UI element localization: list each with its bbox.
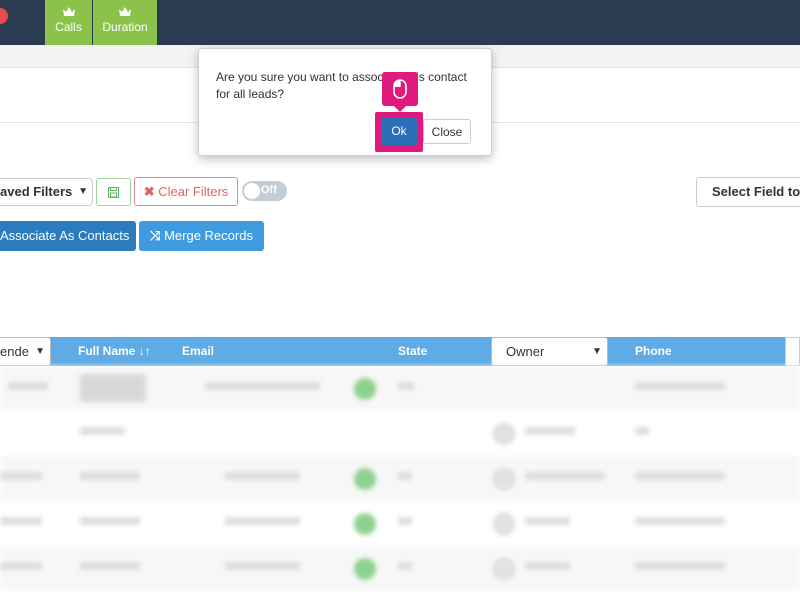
table-row[interactable]	[0, 456, 800, 501]
blurred-cell	[635, 517, 725, 525]
avatar	[493, 468, 515, 490]
window-close-dot[interactable]	[0, 8, 8, 24]
tab-label: Calls	[55, 20, 82, 34]
blurred-cell	[0, 517, 42, 525]
owner-select[interactable]: Owner ▼	[491, 337, 608, 366]
blurred-cell	[80, 427, 125, 435]
close-button[interactable]: Close	[423, 119, 471, 144]
blurred-cell	[80, 517, 140, 525]
blurred-cell	[398, 472, 412, 480]
blurred-cell	[398, 382, 414, 390]
blurred-cell	[0, 472, 42, 480]
blurred-cell	[225, 562, 300, 570]
table-header: Full Name ↓↑ Email State Phone	[0, 337, 785, 366]
select-field-label: Select Field to	[712, 184, 800, 199]
save-icon	[108, 187, 119, 199]
blurred-cell	[635, 382, 725, 390]
blurred-cell	[225, 517, 300, 525]
blurred-cell	[80, 562, 140, 570]
filter-toggle[interactable]: Off	[242, 181, 287, 201]
table-row[interactable]	[0, 546, 800, 591]
status-dot	[354, 513, 376, 535]
owner-select-value: Owner	[506, 344, 545, 359]
top-navbar: Calls Duration	[0, 0, 800, 45]
blurred-cell	[80, 472, 140, 480]
chevron-down-icon: ▼	[78, 186, 88, 197]
blurred-cell	[398, 517, 412, 525]
associate-as-contacts-button[interactable]: Associate As Contacts	[0, 221, 136, 251]
saved-filters-label: aved Filters	[0, 184, 73, 199]
col-email[interactable]: Email	[182, 337, 214, 366]
table-body	[0, 366, 800, 600]
toggle-knob	[244, 183, 260, 199]
confirm-dialog: Are you sure you want to associate this …	[198, 48, 492, 156]
avatar	[493, 558, 515, 580]
x-icon: ✖	[143, 184, 155, 199]
save-filter-button[interactable]	[96, 178, 131, 206]
ok-button[interactable]: Ok	[381, 118, 417, 145]
column-filter-select-right[interactable]	[785, 337, 800, 366]
blurred-cell	[635, 472, 725, 480]
chevron-down-icon: ▼	[35, 346, 45, 357]
tab-duration[interactable]: Duration	[93, 0, 157, 45]
click-indicator	[382, 72, 418, 112]
table-row[interactable]	[0, 501, 800, 546]
column-filter-value: ende	[0, 344, 29, 359]
blurred-cell	[635, 427, 649, 435]
column-filter-select[interactable]: ende ▼	[0, 337, 51, 366]
merge-label: Merge Records	[164, 228, 253, 243]
shuffle-icon: ⤨	[150, 228, 161, 243]
blurred-cell	[80, 374, 146, 402]
clear-filters-button[interactable]: ✖ Clear Filters	[134, 177, 238, 206]
avatar	[493, 513, 515, 535]
sort-icon: ↓↑	[138, 344, 151, 358]
tab-calls[interactable]: Calls	[45, 0, 92, 45]
table-row[interactable]	[0, 411, 800, 456]
toggle-label: Off	[261, 184, 277, 196]
col-phone[interactable]: Phone	[635, 337, 672, 366]
blurred-cell	[0, 562, 42, 570]
blurred-cell	[525, 427, 575, 435]
blurred-cell	[205, 382, 320, 390]
blurred-cell	[225, 472, 300, 480]
associate-label: Associate As Contacts	[0, 228, 130, 243]
merge-records-button[interactable]: ⤨ Merge Records	[139, 221, 264, 251]
crown-icon	[119, 7, 131, 16]
crown-icon	[62, 7, 75, 16]
dialog-message: Are you sure you want to associate this …	[216, 70, 467, 101]
saved-filters-select[interactable]: aved Filters ▼	[0, 178, 93, 206]
blurred-cell	[398, 562, 412, 570]
select-field-dropdown[interactable]: Select Field to	[696, 177, 800, 207]
clear-filters-label: Clear Filters	[158, 184, 229, 199]
col-state[interactable]: State	[398, 337, 427, 366]
status-dot	[354, 468, 376, 490]
mouse-icon	[393, 79, 407, 99]
blurred-cell	[635, 562, 725, 570]
chevron-down-icon: ▼	[592, 346, 602, 357]
blurred-cell	[8, 382, 48, 390]
tab-label: Duration	[102, 20, 148, 34]
table-row[interactable]	[0, 366, 800, 411]
blurred-cell	[525, 562, 570, 570]
col-full-name[interactable]: Full Name ↓↑	[78, 337, 151, 366]
status-dot	[354, 378, 376, 400]
blurred-cell	[525, 472, 605, 480]
full-name-label: Full Name	[78, 344, 136, 358]
avatar	[493, 423, 515, 445]
status-dot	[354, 558, 376, 580]
blurred-cell	[525, 517, 570, 525]
